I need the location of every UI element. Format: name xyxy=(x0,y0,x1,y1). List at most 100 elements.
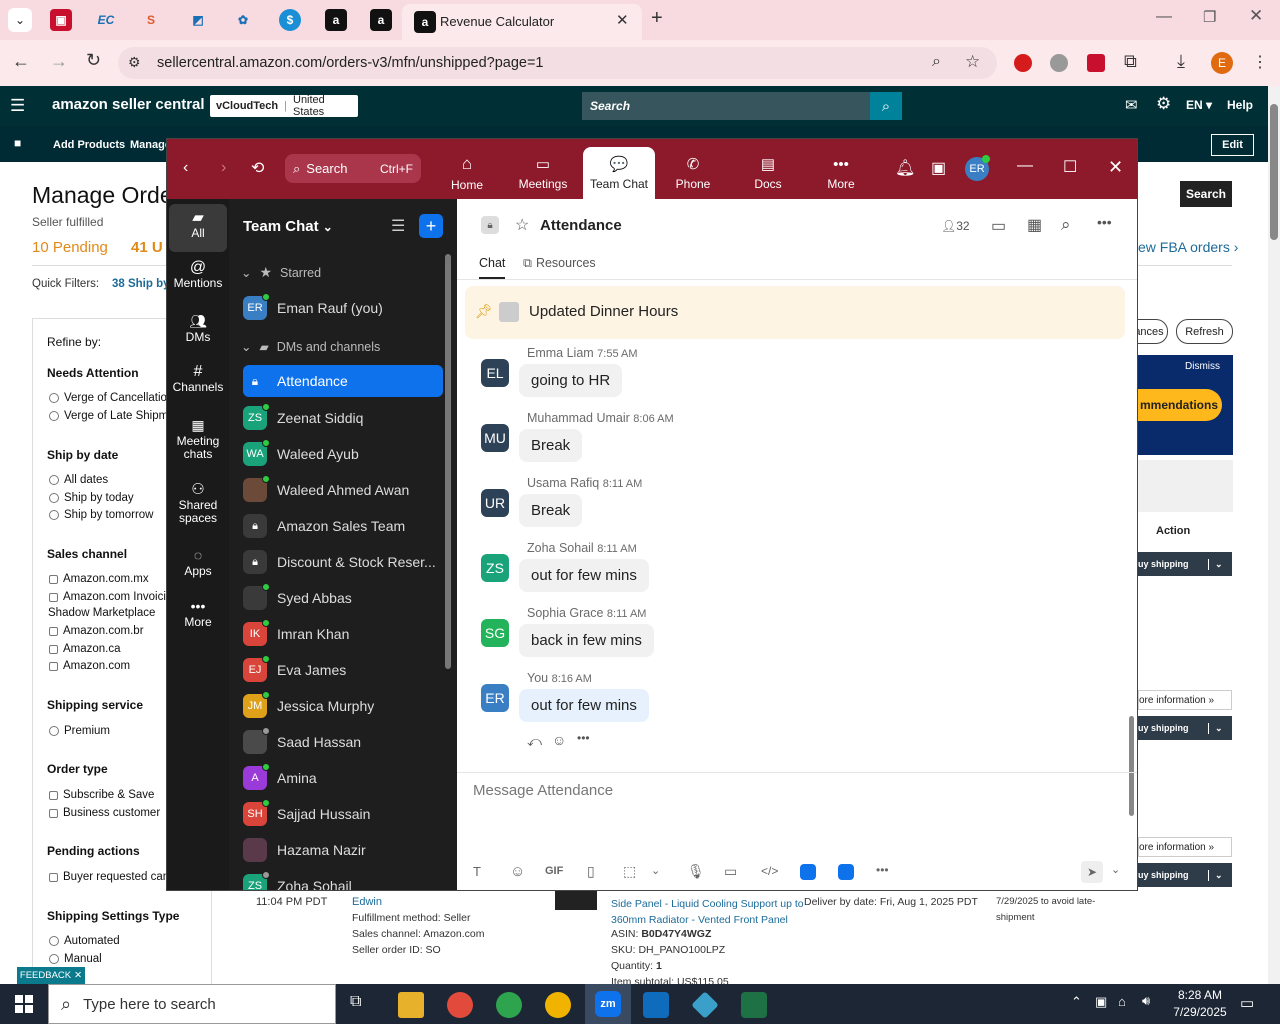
reply-thread-icon[interactable]: ⤺ xyxy=(527,733,542,750)
sender-avatar[interactable]: ZS xyxy=(481,554,509,582)
message-bubble[interactable]: going to HR xyxy=(519,364,623,397)
tab-favicon-6[interactable]: $ xyxy=(279,9,301,31)
rail-shared-spaces[interactable]: ⚇ Shared spaces xyxy=(167,482,229,525)
buyer-name-link[interactable]: Edwin xyxy=(352,896,382,908)
outlook-icon[interactable] xyxy=(643,992,669,1018)
hamburger-menu-icon[interactable]: ☰ xyxy=(10,96,25,116)
globe-extension-icon[interactable] xyxy=(1050,54,1068,72)
network-icon[interactable]: ⌂ xyxy=(1118,994,1126,1009)
filter-option[interactable]: Ship by today xyxy=(49,492,134,504)
nav-phone[interactable]: ✆ Phone xyxy=(657,147,729,199)
close-tab-icon[interactable]: ✕ xyxy=(616,11,629,29)
filter-option[interactable]: Amazon.com.mx xyxy=(49,573,149,585)
new-chat-button[interactable]: + xyxy=(419,214,443,238)
windows-start-icon[interactable] xyxy=(15,995,33,1013)
chevron-down-icon[interactable]: ⌄ xyxy=(1208,558,1223,570)
pdf-extension-icon[interactable] xyxy=(1087,54,1105,72)
star-channel-icon[interactable]: ☆ xyxy=(515,215,529,235)
product-title-link[interactable]: Side Panel - Liquid Cooling Support up t… xyxy=(611,896,804,928)
message-input[interactable]: Message Attendance xyxy=(473,782,613,799)
more-tools-icon[interactable]: ••• xyxy=(876,863,889,877)
url-text[interactable]: sellercentral.amazon.com/orders-v3/mfn/u… xyxy=(157,55,543,71)
filter-option[interactable]: Subscribe & Save xyxy=(49,789,154,801)
volume-icon[interactable]: 🔊︎ xyxy=(1142,993,1150,1009)
sender-name[interactable]: Zoha Sohail xyxy=(527,541,594,555)
notifications-bell-icon[interactable]: 🔔︎ xyxy=(895,158,915,178)
member-count[interactable]: 👤︎32 xyxy=(941,219,970,233)
mail-icon[interactable]: ✉ xyxy=(1125,96,1138,114)
file-icon[interactable]: ▯ xyxy=(587,863,595,880)
zoom-app-icon[interactable]: zm xyxy=(585,984,631,1024)
rail-apps[interactable]: ◌ Apps xyxy=(167,548,229,578)
contact-item[interactable]: SH Sajjad Hussain xyxy=(243,798,443,830)
file-explorer-icon[interactable] xyxy=(398,992,424,1018)
filter-option[interactable]: Amazon.com xyxy=(49,660,130,672)
amazon-tab-favicon[interactable]: a xyxy=(325,9,347,31)
amazon-search-button[interactable]: ⌕ xyxy=(870,92,902,120)
chrome-icon[interactable] xyxy=(447,992,473,1018)
contact-item[interactable]: JM Jessica Murphy xyxy=(243,690,443,722)
rail-channels[interactable]: # Channels xyxy=(167,364,229,394)
message-bubble[interactable]: out for few mins xyxy=(519,689,649,722)
sender-avatar[interactable]: SG xyxy=(481,619,509,647)
message-bubble[interactable]: Break xyxy=(519,429,583,462)
reload-icon[interactable]: ↻ xyxy=(86,50,101,71)
site-info-icon[interactable]: ⚙ xyxy=(128,54,141,71)
back-icon[interactable]: ← xyxy=(12,51,30,72)
sender-name[interactable]: You xyxy=(527,671,548,685)
fba-orders-link[interactable]: ew FBA orders › xyxy=(1138,239,1238,255)
amazon-search-input[interactable]: Search xyxy=(582,92,870,120)
emoji-icon[interactable]: ☺ xyxy=(510,863,525,880)
message-bubble[interactable]: back in few mins xyxy=(519,624,654,657)
refresh-button[interactable]: Refresh xyxy=(1176,319,1233,344)
contact-item[interactable]: Hazama Nazir xyxy=(243,834,443,866)
filter-option[interactable]: Amazon.ca xyxy=(49,643,121,655)
tab-chat[interactable]: Chat xyxy=(479,256,506,279)
minimize-icon[interactable]: — xyxy=(1017,157,1033,175)
more-options-icon[interactable]: ••• xyxy=(1097,214,1112,230)
rail-dms[interactable]: 👥︎ DMs xyxy=(167,314,229,344)
browser-menu-icon[interactable]: ⋮ xyxy=(1252,52,1268,72)
address-bar[interactable]: ⚙ sellercentral.amazon.com/orders-v3/mfn… xyxy=(118,47,997,79)
add-reaction-icon[interactable]: ☺ xyxy=(552,732,566,748)
history-icon[interactable]: ⟲ xyxy=(251,158,264,178)
tab-favicon-5[interactable]: ✿ xyxy=(232,9,254,31)
user-avatar[interactable]: ER xyxy=(965,155,990,181)
notification-center-icon[interactable]: ▭ xyxy=(1240,994,1254,1012)
product-image[interactable] xyxy=(555,888,597,910)
extensions-puzzle-icon[interactable]: ⧉ xyxy=(1124,51,1137,72)
contact-item[interactable]: IK Imran Khan xyxy=(243,618,443,650)
close-icon[interactable]: ✕ xyxy=(74,970,82,981)
buy-shipping-button[interactable]: uy shipping ⌄ xyxy=(1138,716,1232,740)
tray-chevron-icon[interactable]: ⌃ xyxy=(1071,994,1082,1010)
tab-favicon-1[interactable]: ▣ xyxy=(50,9,72,31)
nav-meetings[interactable]: ▭ Meetings xyxy=(507,147,579,199)
nav-add-products[interactable]: Add Products xyxy=(53,139,125,151)
starred-section[interactable]: ⌄ ★ Starred xyxy=(241,264,321,281)
nav-more[interactable]: ••• More xyxy=(805,147,877,199)
gif-icon[interactable]: GIF xyxy=(545,865,563,877)
recommendations-button[interactable]: mmendations xyxy=(1138,389,1222,421)
filter-icon[interactable]: ☰ xyxy=(391,216,405,236)
channel-name[interactable]: Attendance xyxy=(540,217,622,234)
language-selector[interactable]: EN ▾ xyxy=(1186,98,1212,112)
contact-item[interactable]: A Amina xyxy=(243,762,443,794)
scrollbar-thumb[interactable] xyxy=(1270,104,1278,240)
chrome-icon[interactable] xyxy=(496,992,522,1018)
restore-icon[interactable]: ❐ xyxy=(1203,8,1216,26)
feedback-button[interactable]: FEEDBACK ✕ xyxy=(17,967,85,984)
contact-item[interactable]: EJ Eva James xyxy=(243,654,443,686)
rail-more[interactable]: ••• More xyxy=(167,599,229,629)
rail-all[interactable]: ▰ All xyxy=(167,210,229,240)
team-chat-title[interactable]: Team Chat ⌄ xyxy=(243,218,333,235)
sender-name[interactable]: Muhammad Umair xyxy=(527,411,630,425)
download-icon[interactable]: ⤓ xyxy=(1177,51,1185,72)
calendar-app-icon[interactable]: ▣ xyxy=(931,158,946,178)
chevron-down-icon[interactable]: ⌄ xyxy=(651,864,660,877)
zoom-search-bar[interactable]: ⌕ Search Ctrl+F xyxy=(285,154,421,183)
filter-option[interactable]: Amazon.com.br xyxy=(49,625,144,637)
sender-name[interactable]: Usama Rafiq xyxy=(527,476,599,490)
amazon-logo[interactable]: amazon seller central xyxy=(52,96,205,113)
close-window-icon[interactable]: ✕ xyxy=(1249,6,1263,26)
rail-mentions[interactable]: @ Mentions xyxy=(167,260,229,290)
